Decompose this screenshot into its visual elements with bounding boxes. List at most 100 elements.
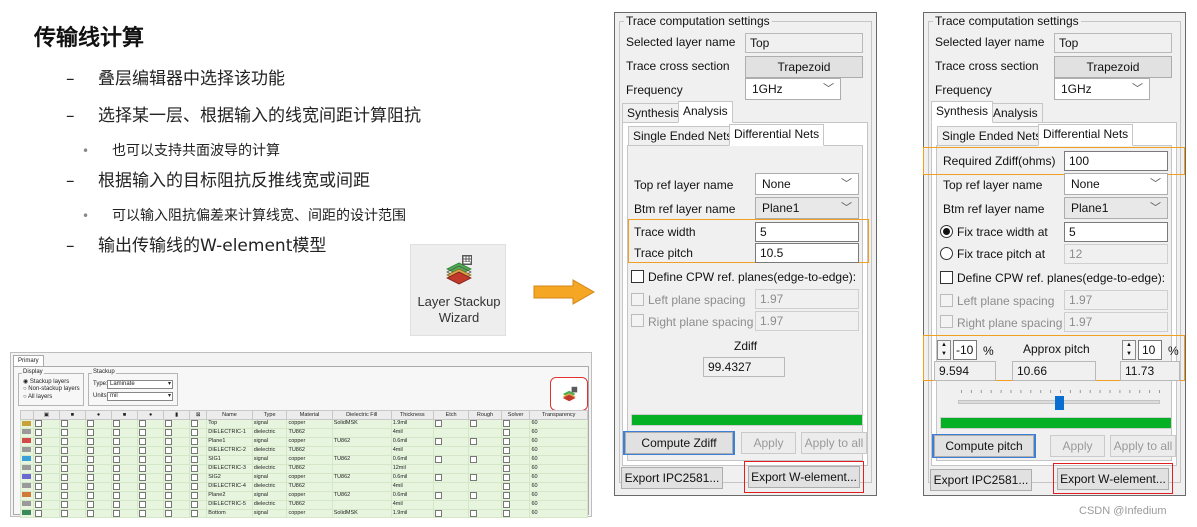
fix-pitch-radio[interactable] bbox=[940, 247, 953, 260]
cell-rough[interactable] bbox=[468, 436, 502, 447]
row-checkbox[interactable] bbox=[137, 508, 165, 519]
row-checkbox[interactable] bbox=[111, 436, 139, 447]
row-checkbox[interactable] bbox=[189, 427, 208, 438]
cell-type[interactable]: dielectric bbox=[251, 463, 288, 474]
row-checkbox[interactable] bbox=[163, 508, 191, 519]
cell-solver[interactable] bbox=[500, 427, 531, 438]
cell-rough[interactable] bbox=[468, 445, 502, 456]
units-select[interactable]: mil bbox=[107, 392, 173, 401]
cell-thickness[interactable]: 0.6mil bbox=[390, 454, 434, 465]
cell-name[interactable]: DIELECTRIC-1 bbox=[206, 427, 253, 438]
cpw-checkbox[interactable] bbox=[940, 271, 953, 284]
cell-etch[interactable] bbox=[432, 508, 470, 519]
apply-to-all-button[interactable]: Apply to all bbox=[801, 432, 867, 454]
col-icon[interactable]: ■ bbox=[111, 410, 139, 420]
right-spacing-checkbox[interactable] bbox=[940, 315, 953, 328]
row-checkbox[interactable] bbox=[111, 508, 139, 519]
tab-single-ended[interactable]: Single Ended Nets bbox=[628, 126, 738, 146]
row-checkbox[interactable] bbox=[137, 481, 165, 492]
row-checkbox[interactable] bbox=[58, 508, 86, 519]
table-row[interactable]: DIELECTRIC-2 dielectric TU862 4mil 60 bbox=[20, 445, 588, 456]
row-checkbox[interactable] bbox=[163, 490, 191, 501]
radio-non-stackup-layers[interactable]: ○ Non-stackup layers bbox=[23, 386, 80, 392]
tol-high-input[interactable]: 10 bbox=[1138, 340, 1162, 360]
cell-material[interactable]: copper bbox=[286, 472, 333, 483]
cell-etch[interactable] bbox=[432, 436, 470, 447]
cell-name[interactable]: DIELECTRIC-4 bbox=[206, 481, 253, 492]
left-spacing-input[interactable]: 1.97 bbox=[755, 289, 859, 309]
cell-rough[interactable] bbox=[468, 454, 502, 465]
table-row[interactable]: SIG2 signal copper TU862 0.6mil 60 bbox=[20, 472, 588, 483]
cross-section-button[interactable]: Trapezoid bbox=[745, 56, 863, 78]
cell-solver[interactable] bbox=[500, 463, 531, 474]
layer-stackup-wizard-button[interactable]: Layer Stackup Wizard bbox=[410, 244, 506, 336]
cell-fill[interactable]: TU862 bbox=[331, 454, 392, 465]
cell-material[interactable]: TU862 bbox=[286, 427, 333, 438]
row-checkbox[interactable] bbox=[84, 499, 113, 510]
tol-low-input[interactable]: -10 bbox=[953, 340, 977, 360]
compute-zdiff-button[interactable]: Compute Zdiff bbox=[625, 432, 733, 454]
cell-etch[interactable] bbox=[432, 454, 470, 465]
cell-solver[interactable] bbox=[500, 508, 531, 519]
top-ref-select[interactable]: None ﹀ bbox=[1064, 173, 1168, 195]
row-checkbox[interactable] bbox=[137, 445, 165, 456]
right-spacing-checkbox[interactable] bbox=[631, 314, 644, 327]
cell-solver[interactable] bbox=[500, 445, 531, 456]
row-checkbox[interactable] bbox=[58, 490, 86, 501]
row-checkbox[interactable] bbox=[58, 454, 86, 465]
row-checkbox[interactable] bbox=[137, 454, 165, 465]
left-spacing-input[interactable]: 1.97 bbox=[1064, 290, 1168, 310]
cell-material[interactable]: copper bbox=[286, 436, 333, 447]
cell-fill[interactable]: TU862 bbox=[331, 490, 392, 501]
col-icon[interactable]: ▣ bbox=[32, 410, 60, 420]
row-checkbox[interactable] bbox=[137, 490, 165, 501]
table-row[interactable]: DIELECTRIC-5 dielectric TU862 4mil 60 bbox=[20, 499, 588, 510]
row-checkbox[interactable] bbox=[32, 427, 60, 438]
pitch-slider-thumb[interactable] bbox=[1054, 396, 1064, 410]
row-checkbox[interactable] bbox=[189, 463, 208, 474]
row-checkbox[interactable] bbox=[189, 499, 208, 510]
row-checkbox[interactable] bbox=[111, 445, 139, 456]
row-checkbox[interactable] bbox=[58, 419, 86, 429]
row-checkbox[interactable] bbox=[111, 472, 139, 483]
row-checkbox[interactable] bbox=[111, 419, 139, 429]
compute-pitch-button[interactable]: Compute pitch bbox=[934, 435, 1034, 457]
right-spacing-input[interactable]: 1.97 bbox=[755, 311, 859, 331]
row-checkbox[interactable] bbox=[58, 499, 86, 510]
row-checkbox[interactable] bbox=[58, 436, 86, 447]
col-header-fill[interactable]: Dielectric Fill bbox=[331, 410, 392, 420]
btm-ref-select[interactable]: Plane1 ﹀ bbox=[755, 197, 859, 219]
cell-material[interactable]: TU862 bbox=[286, 481, 333, 492]
cell-thickness[interactable]: 4mil bbox=[390, 481, 434, 492]
cell-thickness[interactable]: 4mil bbox=[390, 427, 434, 438]
cell-type[interactable]: signal bbox=[251, 419, 288, 429]
cell-fill[interactable]: SolidMSK bbox=[331, 508, 392, 519]
cell-transparency[interactable]: 60 bbox=[529, 463, 588, 474]
cell-transparency[interactable]: 60 bbox=[529, 454, 588, 465]
tol-low-spinner[interactable]: ▲ ▼ bbox=[937, 340, 951, 360]
cell-etch[interactable] bbox=[432, 472, 470, 483]
cell-type[interactable]: dielectric bbox=[251, 499, 288, 510]
row-checkbox[interactable] bbox=[84, 508, 113, 519]
cell-solver[interactable] bbox=[500, 499, 531, 510]
cell-transparency[interactable]: 60 bbox=[529, 436, 588, 447]
cell-material[interactable]: copper bbox=[286, 419, 333, 429]
export-w-element-button[interactable]: Export W-element... bbox=[1057, 468, 1169, 490]
row-checkbox[interactable] bbox=[111, 463, 139, 474]
cell-etch[interactable] bbox=[432, 419, 470, 429]
cell-name[interactable]: SIG2 bbox=[206, 472, 253, 483]
row-checkbox[interactable] bbox=[163, 454, 191, 465]
cell-fill[interactable] bbox=[331, 427, 392, 438]
row-checkbox[interactable] bbox=[32, 445, 60, 456]
apply-button[interactable]: Apply bbox=[741, 432, 796, 454]
cell-rough[interactable] bbox=[468, 490, 502, 501]
cell-transparency[interactable]: 60 bbox=[529, 490, 588, 501]
tab-differential[interactable]: Differential Nets bbox=[729, 124, 825, 146]
col-header-type[interactable]: Type bbox=[251, 410, 288, 420]
table-row[interactable]: Bottom signal copper SolidMSK 1.9mil 60 bbox=[20, 508, 588, 519]
cell-type[interactable]: dielectric bbox=[251, 481, 288, 492]
cell-thickness[interactable]: 0.6mil bbox=[390, 472, 434, 483]
col-icon[interactable]: ● bbox=[84, 410, 113, 420]
col-header-material[interactable]: Material bbox=[286, 410, 333, 420]
cell-name[interactable]: Plane1 bbox=[206, 436, 253, 447]
